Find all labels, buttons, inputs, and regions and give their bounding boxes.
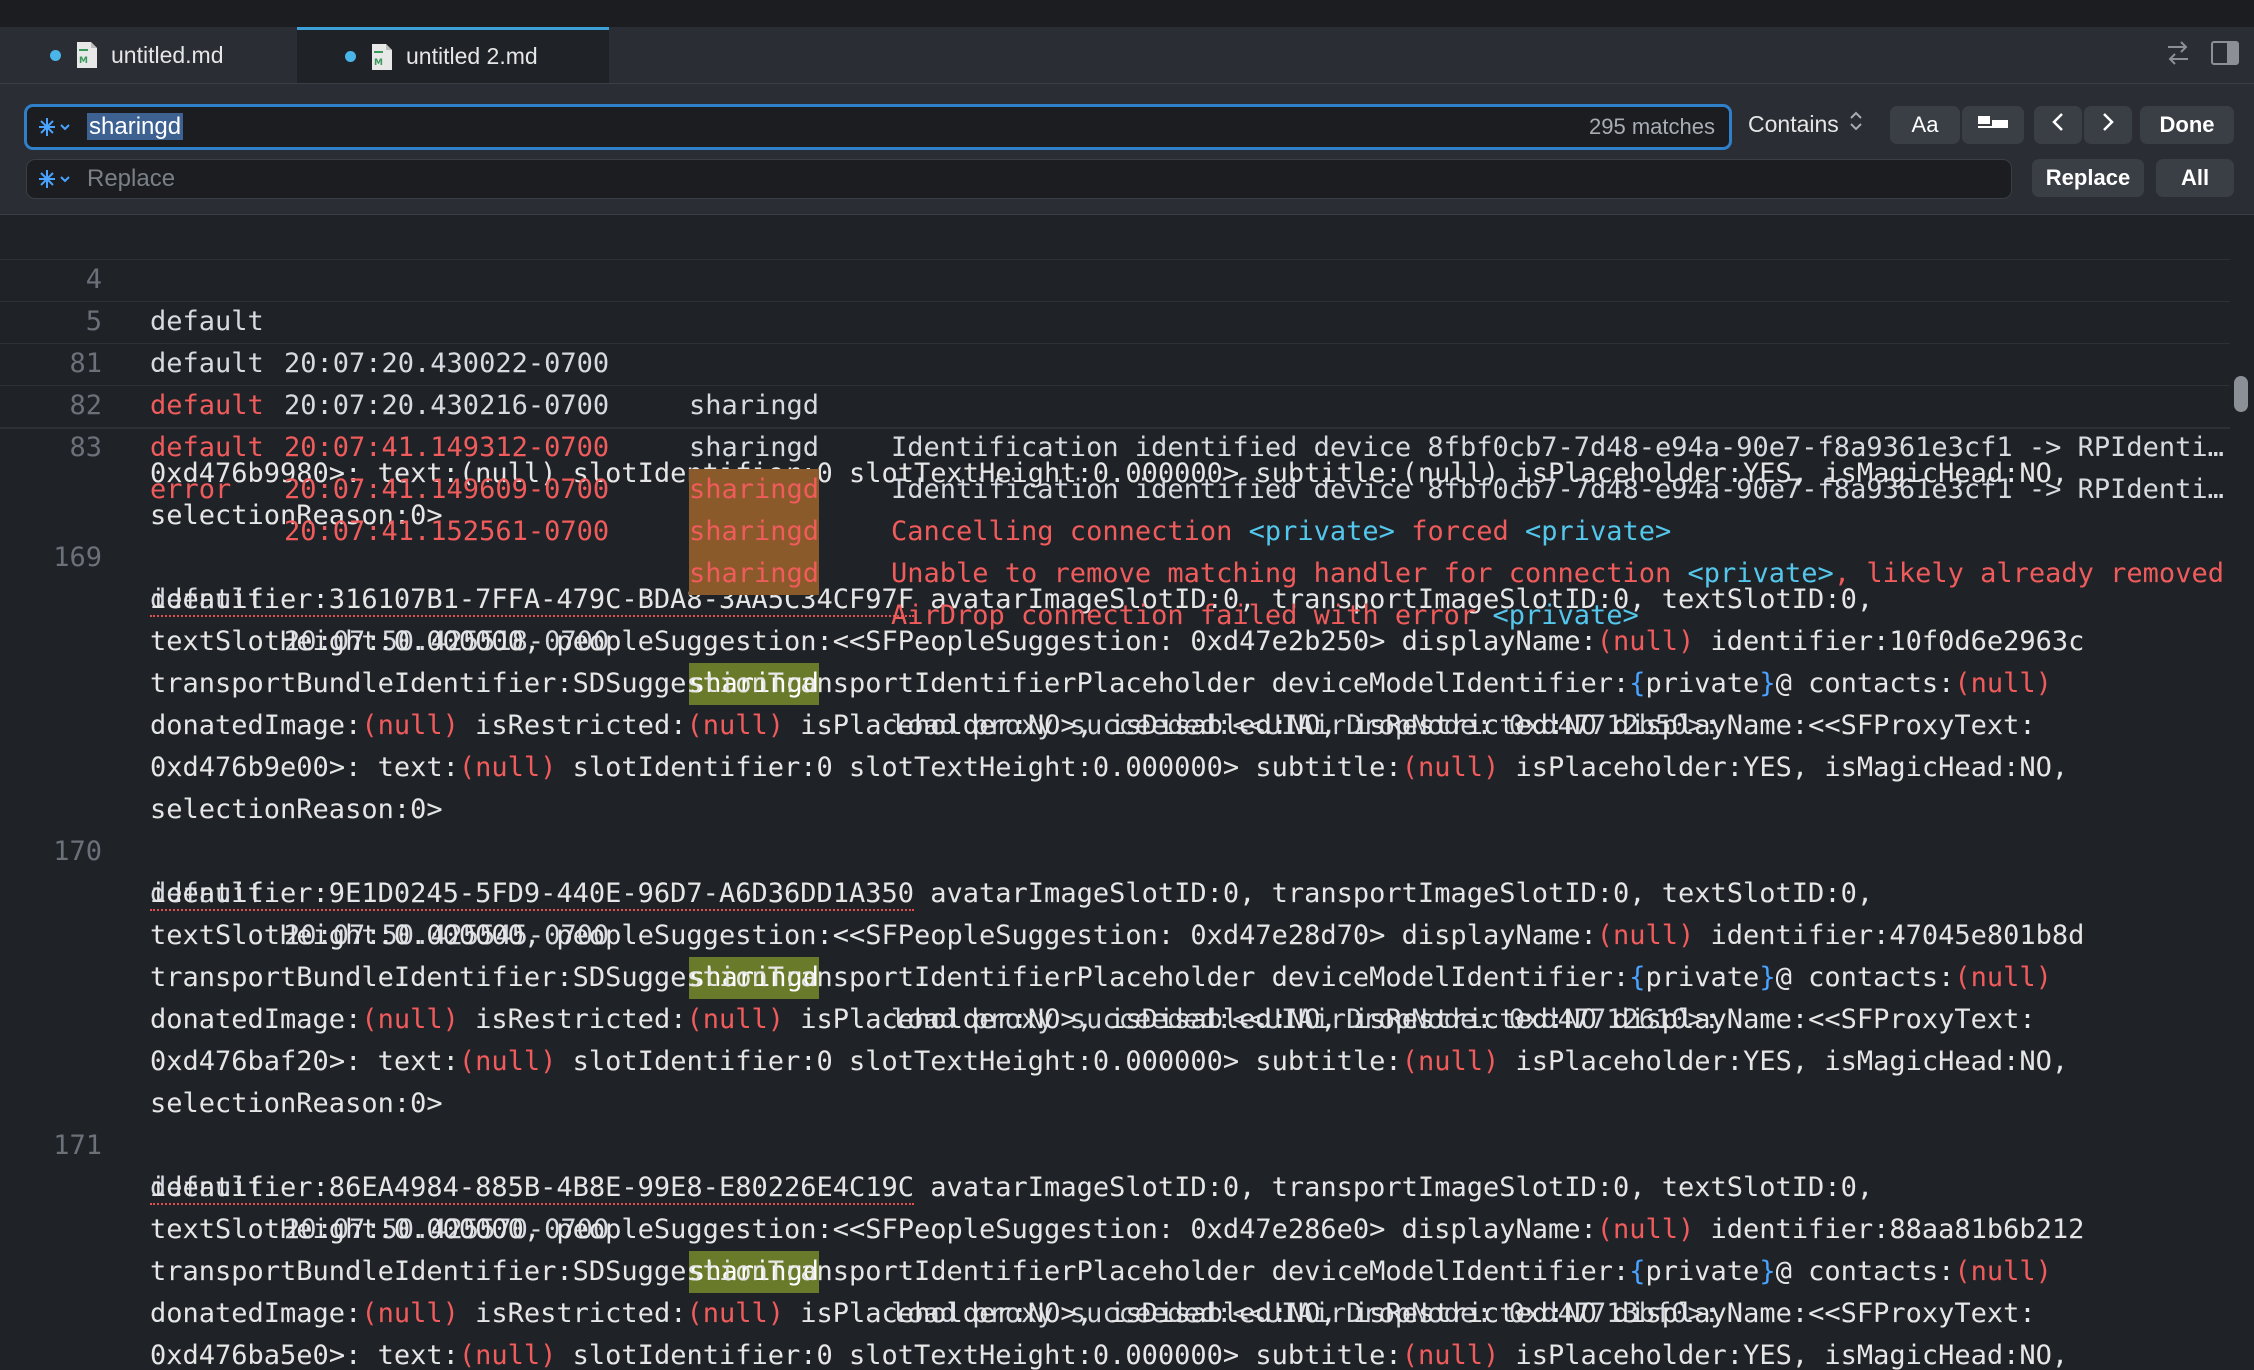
spelling-error-underline: identifier:9E1D0245-5FD9-440E-96D7-A6D36… — [150, 878, 915, 911]
updown-chevron-icon — [1849, 110, 1863, 138]
code-line: 171 default 20:07:50.425570-0700 sharing… — [0, 1083, 1720, 1329]
window-top-strip — [0, 0, 2254, 27]
case-label: Aa — [1911, 112, 1939, 137]
editor[interactable]: 4 default 20:07:20.430022-0700 sharingd … — [0, 215, 2230, 1370]
search-input[interactable]: sharingd — [87, 113, 184, 140]
tab-label: untitled 2.md — [406, 43, 538, 69]
code-text: selectionReason:0> — [150, 794, 443, 825]
code-text: transportBundleIdentifier:SDSuggestionTr… — [150, 962, 2052, 993]
swap-arrows-icon[interactable] — [2164, 39, 2192, 72]
previous-match-button[interactable] — [2034, 106, 2082, 144]
code-line: selectionReason:0> — [0, 1335, 65, 1370]
match-row[interactable]: 82 default 20:07:41.149609-0700 sharingd… — [0, 343, 2230, 589]
code-line: 0xd476b9e00>: text:(null) slotIdentifier… — [0, 705, 2068, 783]
code-line: identifier:86EA4984-885B-4B8E-99E8-E8022… — [0, 1125, 1873, 1205]
log-level: default — [150, 432, 264, 463]
match-row[interactable]: 81 default 20:07:41.149312-0700 sharingd… — [0, 301, 2230, 547]
search-match-highlight: sharingd — [689, 469, 820, 511]
whole-word-icon — [1976, 112, 2010, 138]
match-mode-select[interactable]: Contains — [1748, 110, 1863, 138]
tab-bar: M untitled.md M untitled 2.md — [0, 27, 2254, 84]
replace-options-icon[interactable] — [37, 168, 73, 190]
match-row[interactable]: 5 default 20:07:20.430216-0700 sharingd … — [0, 259, 2230, 505]
code-text: textSlotHeight:0.000000, peopleSuggestio… — [150, 920, 2085, 951]
code-line: identifier:9E1D0245-5FD9-440E-96D7-A6D36… — [0, 831, 1873, 911]
case-sensitive-button[interactable]: Aa — [1890, 106, 1960, 144]
code-line: transportBundleIdentifier:SDSuggestionTr… — [0, 1209, 2052, 1287]
svg-text:M: M — [79, 56, 88, 66]
log-time: 20:07:41.149312-0700 — [284, 432, 610, 463]
match-summary-panel: 4 default 20:07:20.430022-0700 sharingd … — [0, 215, 2230, 631]
next-match-button[interactable] — [2084, 106, 2132, 144]
code-line: transportBundleIdentifier:SDSuggestionTr… — [0, 915, 2052, 993]
find-replace-bar: sharingd 295 matches Contains Aa Done Re… — [0, 84, 2254, 215]
code-text: 0xd476ba5e0>: text:(null) slotIdentifier… — [150, 1340, 2069, 1370]
split-view-icon[interactable] — [2210, 39, 2240, 72]
log-process: sharingd — [689, 432, 820, 463]
replace-all-button[interactable]: All — [2156, 159, 2234, 197]
markdown-file-icon: M — [370, 43, 394, 71]
code-line: 0xd476baf20>: text:(null) slotIdentifier… — [0, 999, 2068, 1077]
code-text: donatedImage:(null) isRestricted:(null) … — [150, 1298, 2036, 1329]
match-row[interactable]: 4 default 20:07:20.430022-0700 sharingd … — [0, 217, 2230, 463]
log-message: Cancelling connection <private> forced <… — [891, 516, 1672, 547]
chevron-left-icon — [2051, 111, 2065, 139]
tab-untitled-2[interactable]: M untitled 2.md — [297, 27, 609, 83]
search-match-highlight: sharingd — [689, 511, 820, 553]
log-message: Unable to remove matching handler for co… — [891, 558, 2224, 589]
code-line: selectionReason:0> — [0, 747, 443, 825]
done-label: Done — [2159, 112, 2215, 137]
spelling-error-underline: identifier:86EA4984-885B-4B8E-99E8-E8022… — [150, 1172, 915, 1205]
replace-all-label: All — [2180, 165, 2210, 190]
unsaved-dot-icon — [50, 49, 61, 61]
code-line: textSlotHeight:0.000000, peopleSuggestio… — [0, 873, 2084, 951]
chevron-right-icon — [2101, 111, 2115, 139]
code-line: 0xd476ba5e0>: text:(null) slotIdentifier… — [0, 1293, 2068, 1370]
done-button[interactable]: Done — [2140, 106, 2234, 144]
match-count: 295 matches — [1589, 114, 1715, 139]
code-line: textSlotHeight:0.000000, peopleSuggestio… — [0, 1167, 2084, 1245]
log-time: 20:07:41.152561-0700 — [284, 516, 610, 547]
code-text: transportBundleIdentifier:SDSuggestionTr… — [150, 1256, 2052, 1287]
replace-button[interactable]: Replace — [2032, 159, 2144, 197]
match-row[interactable]: 83 error 20:07:41.152561-0700 sharingd A… — [0, 385, 2230, 631]
search-options-icon[interactable] — [37, 116, 73, 138]
code-line: selectionReason:0> — [0, 1041, 443, 1119]
code-text: 0xd476baf20>: text:(null) slotIdentifier… — [150, 1046, 2069, 1077]
code-text: identifier:86EA4984-885B-4B8E-99E8-E8022… — [150, 1172, 1874, 1205]
log-message: AirDrop connection failed with error <pr… — [891, 600, 1639, 631]
whole-word-button[interactable] — [1962, 106, 2024, 144]
code-text: textSlotHeight:0.000000, peopleSuggestio… — [150, 1214, 2085, 1245]
vertical-scrollbar[interactable] — [2234, 376, 2248, 412]
replace-input[interactable] — [87, 165, 2011, 193]
replace-label: Replace — [2045, 165, 2131, 190]
code-line: donatedImage:(null) isRestricted:(null) … — [0, 957, 2036, 1035]
log-time: 20:07:41.149609-0700 — [284, 474, 610, 505]
code-text: identifier:9E1D0245-5FD9-440E-96D7-A6D36… — [150, 878, 1874, 911]
code-line: donatedImage:(null) isRestricted:(null) … — [0, 1251, 2036, 1329]
log-level: error — [150, 474, 232, 505]
code-text: 0xd476b9e00>: text:(null) slotIdentifier… — [150, 752, 2069, 783]
tab-label: untitled.md — [111, 41, 224, 68]
log-message: Identification identified device 8fbf0cb… — [891, 432, 2224, 463]
code-text: donatedImage:(null) isRestricted:(null) … — [150, 710, 2036, 741]
markdown-file-icon: M — [75, 41, 99, 69]
search-match-highlight: sharingd — [689, 553, 820, 595]
tab-untitled[interactable]: M untitled.md — [50, 27, 224, 83]
code-text: donatedImage:(null) isRestricted:(null) … — [150, 1004, 2036, 1035]
code-line: 170 default 20:07:50.425545-0700 sharing… — [0, 789, 1720, 1035]
log-message: Identification identified device 8fbf0cb… — [891, 474, 2224, 505]
code-text: selectionReason:0> — [150, 1088, 443, 1119]
find-field[interactable]: sharingd 295 matches — [24, 104, 1732, 150]
match-mode-label: Contains — [1748, 110, 1839, 137]
code-text: transportBundleIdentifier:SDSuggestionTr… — [150, 668, 2052, 699]
replace-field[interactable] — [26, 159, 2012, 199]
unsaved-dot-icon — [345, 51, 356, 62]
svg-text:M: M — [374, 58, 383, 68]
line-number: 83 — [69, 432, 102, 463]
